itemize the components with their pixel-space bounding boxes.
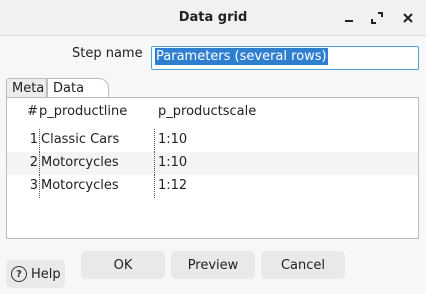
help-circle-icon: ? — [11, 266, 27, 282]
title-bar: Data grid — [0, 0, 426, 36]
row-number: 3 — [29, 178, 38, 193]
cancel-button[interactable]: Cancel — [261, 251, 345, 279]
cell-productline[interactable]: Motorcycles — [41, 155, 119, 170]
column-divider — [154, 129, 155, 152]
cell-productscale[interactable]: 1:10 — [158, 155, 187, 170]
row-number: 2 — [29, 155, 38, 170]
column-header-productscale[interactable]: p_productscale — [158, 104, 256, 119]
minimize-icon[interactable] — [339, 8, 359, 28]
maximize-icon[interactable] — [367, 8, 387, 28]
tab-data[interactable]: Data — [47, 78, 109, 98]
grid-header: # p_productline p_productscale — [7, 104, 418, 124]
table-row[interactable]: 1 Classic Cars 1:10 — [7, 129, 418, 152]
column-divider — [154, 175, 155, 198]
row-number: 1 — [29, 132, 38, 147]
column-divider — [154, 152, 155, 175]
cell-productscale[interactable]: 1:10 — [158, 132, 187, 147]
step-name-value: Parameters (several rows) — [155, 48, 328, 65]
help-button-label: Help — [31, 266, 61, 282]
cell-productline[interactable]: Motorcycles — [41, 178, 119, 193]
column-divider — [39, 152, 40, 175]
close-icon[interactable] — [398, 8, 418, 28]
table-row[interactable]: 3 Motorcycles 1:12 — [7, 175, 418, 198]
dialog-body: Step name Parameters (several rows) Meta… — [0, 36, 426, 294]
column-header-number[interactable]: # — [24, 104, 38, 119]
column-header-productline[interactable]: p_productline — [39, 104, 127, 119]
help-button[interactable]: ? Help — [6, 260, 65, 288]
table-row[interactable]: 2 Motorcycles 1:10 — [7, 152, 418, 175]
cell-productline[interactable]: Classic Cars — [41, 132, 119, 147]
tab-meta[interactable]: Meta — [6, 78, 47, 98]
step-name-label: Step name — [72, 46, 143, 61]
cell-productscale[interactable]: 1:12 — [158, 178, 187, 193]
column-divider — [39, 129, 40, 152]
preview-button[interactable]: Preview — [171, 251, 255, 279]
window-title: Data grid — [178, 10, 248, 25]
column-divider — [39, 175, 40, 198]
step-name-input[interactable]: Parameters (several rows) — [151, 46, 419, 70]
data-grid[interactable]: # p_productline p_productscale 1 Classic… — [6, 97, 419, 239]
ok-button[interactable]: OK — [81, 251, 165, 279]
